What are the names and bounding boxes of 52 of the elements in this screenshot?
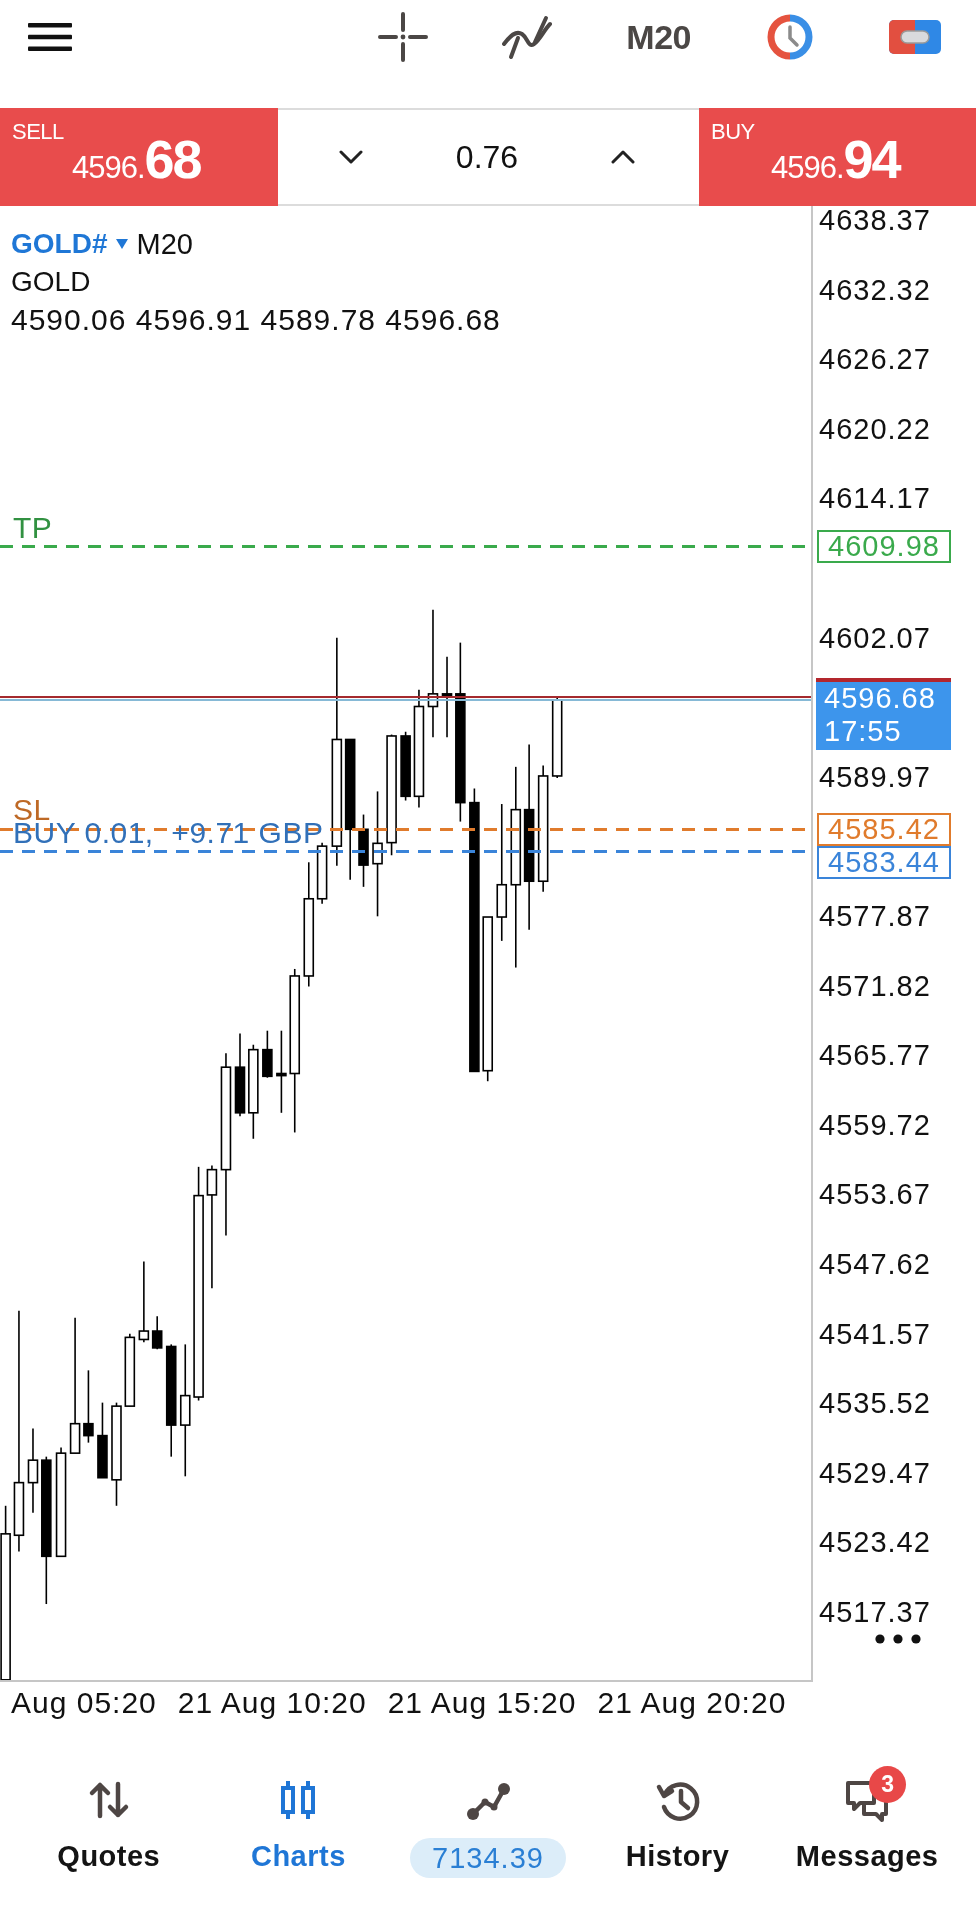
price-scale-label: 4559.72 — [819, 1110, 931, 1139]
price-scale-label: 4620.22 — [819, 414, 931, 443]
time-scale-label: 21 Aug 15:20 — [387, 1685, 577, 1721]
menu-icon[interactable] — [28, 23, 72, 51]
price-tag: 4583.44 — [817, 845, 951, 879]
bearish-candle — [262, 1029, 273, 1079]
price-scale-label: 4529.47 — [819, 1458, 931, 1487]
switch-icon[interactable] — [889, 20, 941, 54]
nav-tab[interactable]: 3 Messages — [772, 1762, 962, 1916]
price-scale-label: 4565.77 — [819, 1041, 931, 1070]
price-scale-label: 4632.32 — [819, 275, 931, 304]
price-tag: 4585.42 — [817, 812, 951, 846]
price-scale-label: 4523.42 — [819, 1528, 931, 1557]
price-scale-label: 4553.67 — [819, 1180, 931, 1209]
crosshair-icon[interactable] — [378, 12, 429, 62]
chevron-up-icon[interactable] — [611, 150, 635, 164]
wave-icon[interactable] — [501, 14, 554, 60]
chevron-down-icon[interactable] — [339, 150, 363, 164]
ohlc-values: 4590.06 4596.91 4589.78 4596.68 — [11, 302, 501, 338]
bearish-candle — [400, 730, 411, 802]
more-icon[interactable] — [875, 1634, 921, 1644]
price-scale-label: 4571.82 — [819, 971, 931, 1000]
price-scale-label: 4614.17 — [819, 484, 931, 513]
timeframe-button[interactable]: M20 — [626, 17, 691, 57]
symbol-description: GOLD — [11, 265, 92, 299]
price-scale-label: 4589.97 — [819, 762, 931, 791]
dropdown-icon[interactable] — [116, 239, 129, 249]
sell-button[interactable]: SELL 4596.68 — [0, 108, 278, 206]
symbol-name[interactable]: GOLD# — [11, 225, 108, 263]
price-scale-label: 4517.37 — [819, 1598, 931, 1626]
nav-tab[interactable]: Quotes — [14, 1762, 204, 1916]
nav-tab[interactable]: History — [582, 1762, 773, 1916]
notification-badge: 3 — [869, 1766, 907, 1803]
volume-field[interactable]: 0.76 — [455, 137, 519, 177]
time-scale-label: Aug 05:20 — [11, 1685, 157, 1721]
buy-button[interactable]: BUY 4596.94 — [699, 108, 976, 206]
bearish-candle — [151, 1315, 163, 1351]
time-scale-label: 21 Aug 20:20 — [597, 1685, 787, 1721]
price-scale-label: 4577.87 — [819, 902, 931, 930]
timeframe-label: M20 — [136, 227, 193, 262]
price-scale-label: 4547.62 — [819, 1250, 931, 1278]
current-price: 4596.68 — [824, 681, 936, 715]
price-scale-label: 4626.27 — [819, 345, 931, 374]
bar-countdown: 17:55 — [824, 714, 902, 748]
level-label: TP — [13, 510, 53, 545]
price-scale-label: 4638.37 — [819, 206, 931, 234]
price-tag: 4609.98 — [817, 530, 951, 564]
time-scale-label: 21 Aug 10:20 — [177, 1685, 367, 1721]
nav-tab[interactable]: Charts — [203, 1762, 394, 1916]
price-scale-label: 4535.52 — [819, 1389, 931, 1418]
price-scale-label: 4541.57 — [819, 1319, 931, 1348]
price-scale-label: 4602.07 — [819, 623, 931, 652]
